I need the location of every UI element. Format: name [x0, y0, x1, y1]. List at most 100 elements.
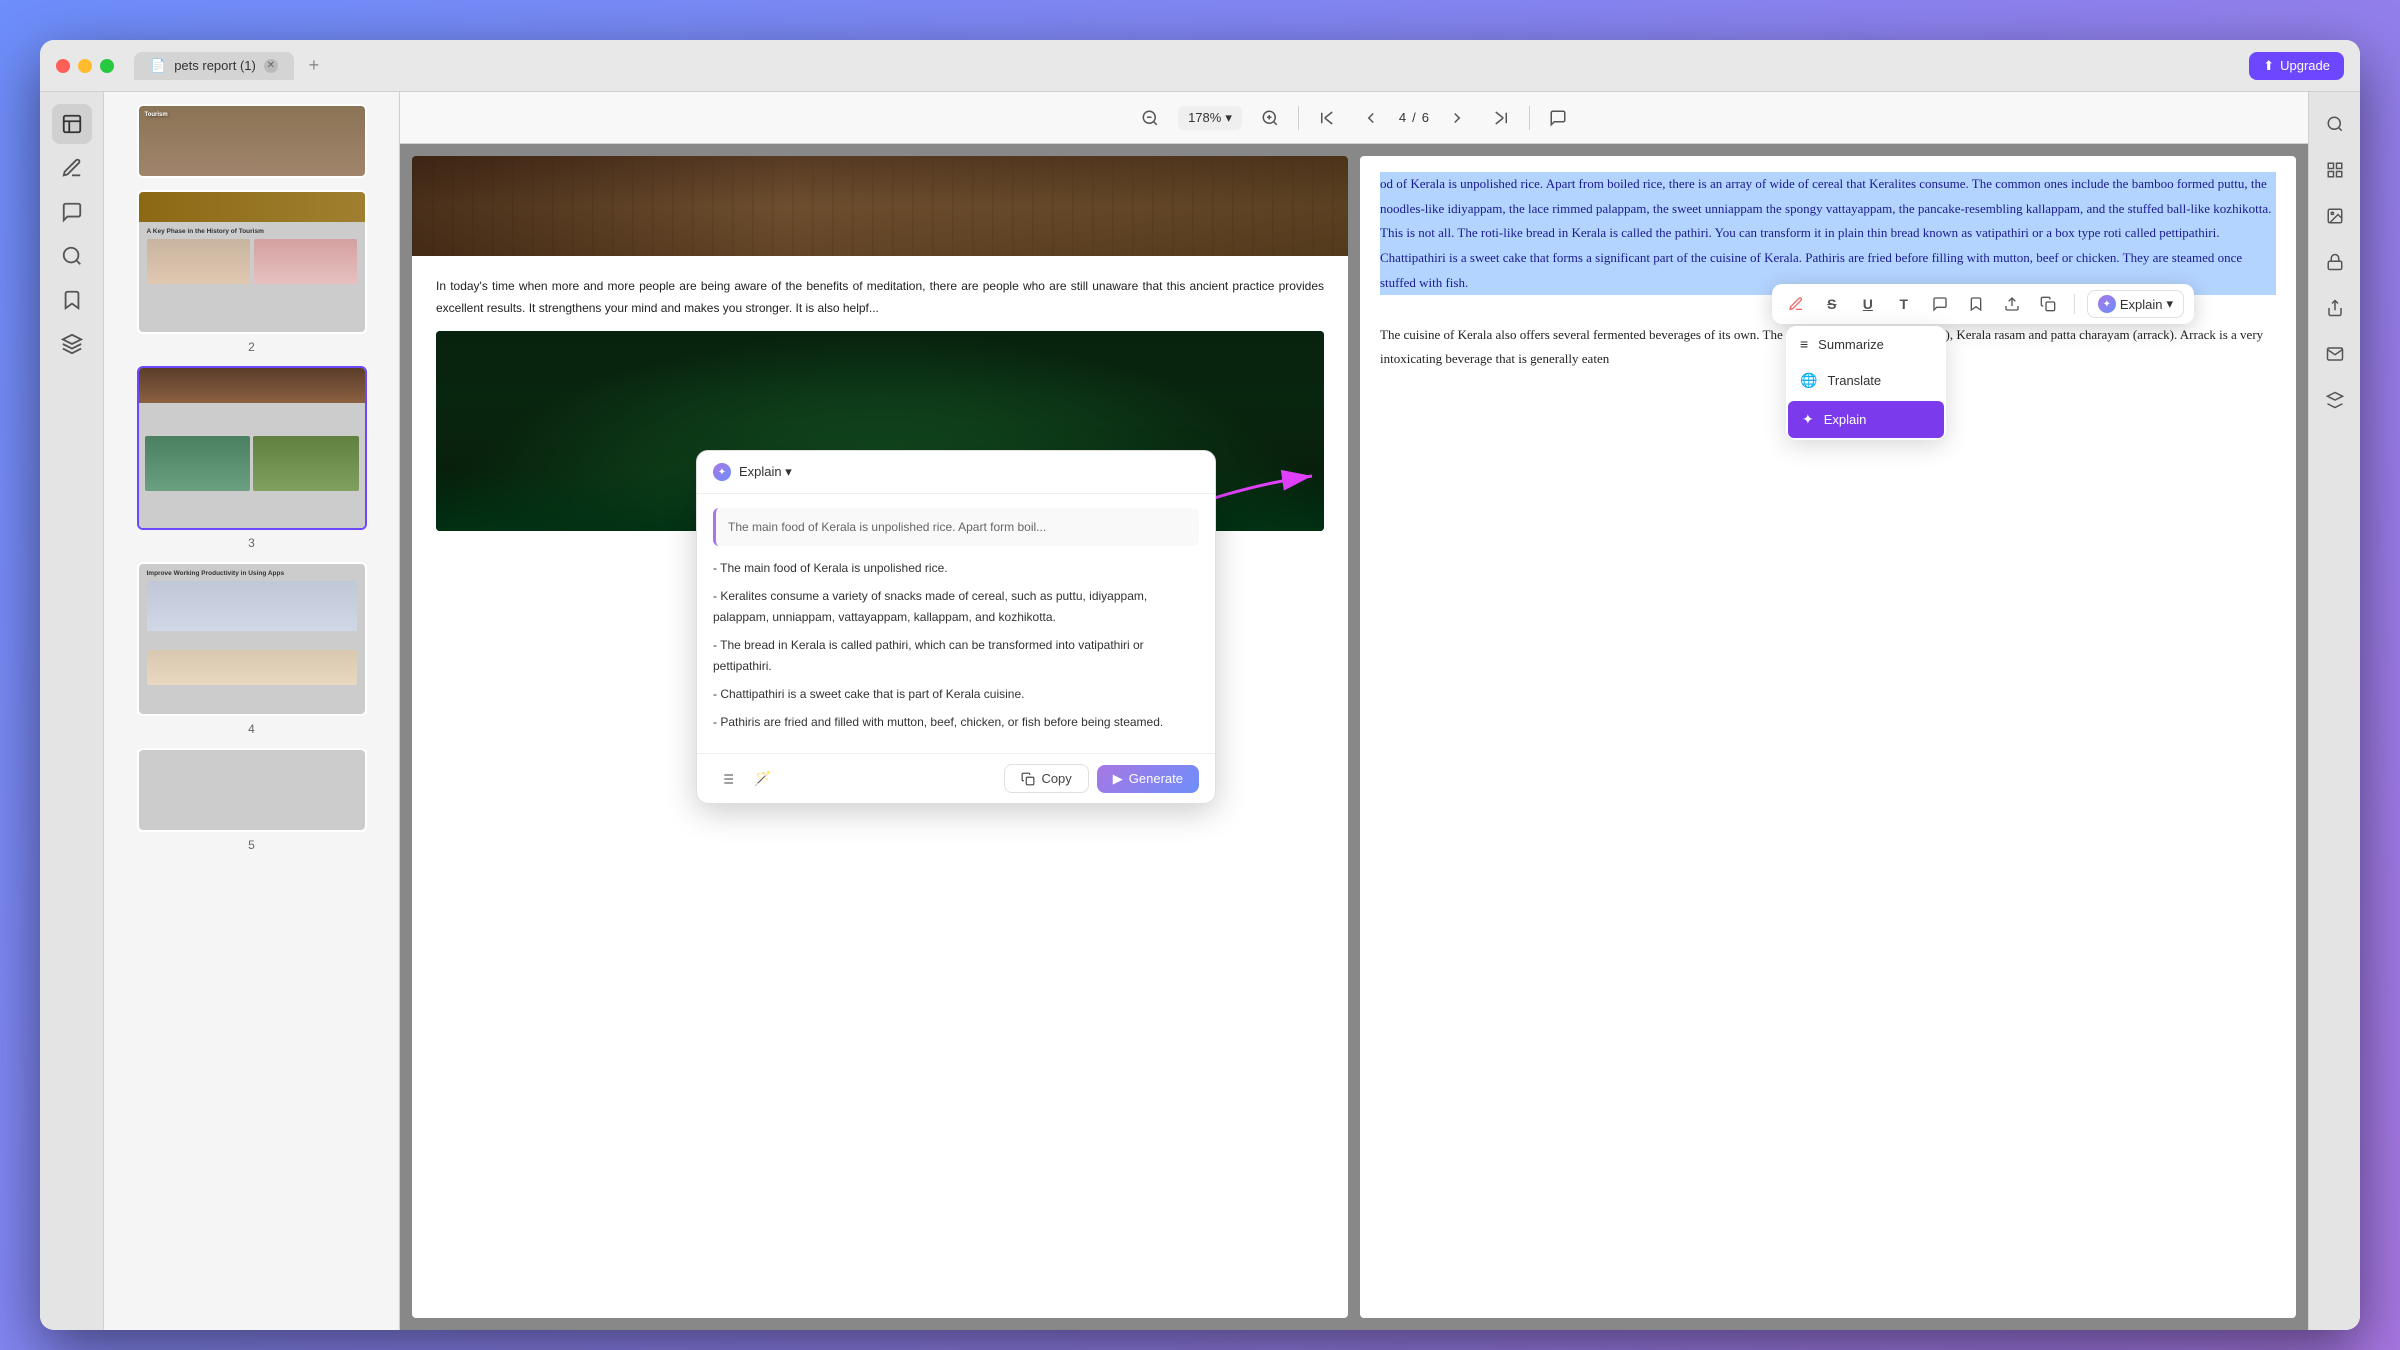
right-sidebar-share[interactable] — [2315, 288, 2355, 328]
zoom-dropdown-icon: ▾ — [1225, 110, 1232, 126]
explain-menu-icon: ✦ — [1802, 411, 1814, 428]
thumb-group-1: Tourism — [137, 104, 367, 178]
thumbnail-5[interactable] — [137, 748, 367, 832]
zoom-display[interactable]: 178% ▾ — [1178, 106, 1242, 130]
sidebar-comment-button[interactable] — [52, 192, 92, 232]
page-separator: / — [1412, 110, 1416, 125]
right-sidebar-search[interactable] — [2315, 104, 2355, 144]
right-sidebar-mail[interactable] — [2315, 334, 2355, 374]
footer-magic-icon[interactable]: 🪄 — [749, 765, 777, 793]
thumb-5-label: 5 — [248, 838, 255, 852]
tab-icon: 📄 — [150, 58, 166, 74]
thumb-4-label: 4 — [248, 722, 255, 736]
tab-close-button[interactable]: ✕ — [264, 59, 278, 73]
thumb-group-5: 5 — [137, 748, 367, 852]
explain-panel-footer: 🪄 Copy ▶ Generate — [697, 753, 1215, 803]
thumbnail-2[interactable]: A Key Phase in the History of Tourism — [137, 190, 367, 334]
explain-title-caret: ▾ — [785, 464, 792, 479]
translate-icon: 🌐 — [1800, 372, 1817, 389]
generate-icon: ▶ — [1113, 771, 1123, 787]
document-scroll[interactable]: In today's time when more and more peopl… — [400, 144, 2308, 1330]
tab-area: 📄 pets report (1) ✕ + — [134, 52, 2249, 80]
toolbar-separator — [2074, 294, 2075, 314]
upgrade-icon: ⬆ — [2263, 58, 2274, 74]
document-toolbar: 178% ▾ 4 / 6 — [400, 92, 2308, 144]
explain-active-label: Explain — [1824, 412, 1867, 427]
explain-result-4: - Chattipathiri is a sweet cake that is … — [713, 684, 1199, 706]
toolbar-separator-1 — [1298, 106, 1299, 130]
underline-icon[interactable]: U — [1854, 290, 1882, 318]
page-navigation: 4 / 6 — [1399, 110, 1429, 125]
explain-result-2: - Keralites consume a variety of snacks … — [713, 586, 1199, 629]
right-sidebar-image[interactable] — [2315, 196, 2355, 236]
right-sidebar-grid[interactable] — [2315, 150, 2355, 190]
thumbnail-1[interactable]: Tourism — [137, 104, 367, 178]
zoom-in-button[interactable] — [1254, 102, 1286, 134]
page-total: 6 — [1422, 110, 1429, 125]
sidebar-layers-button[interactable] — [52, 324, 92, 364]
active-tab[interactable]: 📄 pets report (1) ✕ — [134, 52, 294, 80]
context-summarize[interactable]: ≡ Summarize — [1786, 326, 1946, 362]
explain-icon: ✦ — [2098, 295, 2116, 313]
copy-toolbar-icon[interactable] — [2034, 290, 2062, 318]
copy-button[interactable]: Copy — [1004, 764, 1088, 793]
explain-panel-body: The main food of Kerala is unpolished ri… — [697, 494, 1215, 753]
translate-label: Translate — [1827, 373, 1881, 388]
thumbnail-3[interactable] — [137, 366, 367, 530]
last-page-button[interactable] — [1485, 102, 1517, 134]
right-sidebar-layers[interactable] — [2315, 380, 2355, 420]
sidebar-pages-button[interactable] — [52, 104, 92, 144]
new-tab-button[interactable]: + — [302, 54, 326, 78]
explain-result: - The main food of Kerala is unpolished … — [713, 558, 1199, 733]
explain-button[interactable]: ✦ Explain ▾ — [2087, 290, 2184, 318]
upgrade-button[interactable]: ⬆ Upgrade — [2249, 52, 2344, 80]
thumb-3-label: 3 — [248, 536, 255, 550]
explain-panel-title-text: Explain ▾ — [739, 464, 1199, 480]
context-translate[interactable]: 🌐 Translate — [1786, 362, 1946, 399]
context-menu: ≡ Summarize 🌐 Translate ✦ Explain — [1786, 326, 1946, 440]
page-header-image — [412, 156, 1348, 256]
next-page-button[interactable] — [1441, 102, 1473, 134]
thumb-4-title: Improve Working Productivity in Using Ap… — [147, 570, 357, 577]
export-icon[interactable] — [1998, 290, 2026, 318]
first-page-button[interactable] — [1311, 102, 1343, 134]
strikethrough-icon[interactable]: S — [1818, 290, 1846, 318]
note-icon[interactable] — [1926, 290, 1954, 318]
annotation-button[interactable] — [1542, 102, 1574, 134]
prev-page-button[interactable] — [1355, 102, 1387, 134]
highlight-icon[interactable] — [1782, 290, 1810, 318]
bookmark-icon[interactable] — [1962, 290, 1990, 318]
sidebar-icons — [40, 92, 104, 1330]
explain-result-1: - The main food of Kerala is unpolished … — [713, 558, 1199, 580]
zoom-value: 178% — [1188, 110, 1221, 125]
text-icon[interactable]: T — [1890, 290, 1918, 318]
right-sidebar-lock[interactable] — [2315, 242, 2355, 282]
thumb-group-3: 3 — [137, 366, 367, 550]
summarize-icon: ≡ — [1800, 336, 1808, 352]
tab-title: pets report (1) — [174, 58, 256, 73]
context-explain[interactable]: ✦ Explain — [1788, 401, 1944, 438]
minimize-button[interactable] — [78, 59, 92, 73]
sidebar-search-button[interactable] — [52, 236, 92, 276]
sidebar-pen-button[interactable] — [52, 148, 92, 188]
explain-panel-icon: ✦ — [713, 463, 731, 481]
footer-list-icon[interactable] — [713, 765, 741, 793]
app-window: 📄 pets report (1) ✕ + ⬆ Upgrade — [40, 40, 2360, 1330]
copy-label: Copy — [1041, 771, 1071, 786]
sidebar-bookmarks-button[interactable] — [52, 280, 92, 320]
explain-label: Explain — [2120, 297, 2163, 312]
explain-panel-header: ✦ Explain ▾ — [697, 451, 1215, 494]
explain-quote: The main food of Kerala is unpolished ri… — [713, 508, 1199, 546]
thumb-2-label: 2 — [248, 340, 255, 354]
explain-result-3: - The bread in Kerala is called pathiri,… — [713, 635, 1199, 678]
generate-button[interactable]: ▶ Generate — [1097, 765, 1199, 793]
thumbnail-4[interactable]: Improve Working Productivity in Using Ap… — [137, 562, 367, 716]
close-button[interactable] — [56, 59, 70, 73]
zoom-out-button[interactable] — [1134, 102, 1166, 134]
thumb-group-2: A Key Phase in the History of Tourism 2 — [137, 190, 367, 354]
highlighted-text-content: od of Kerala is unpolished rice. Apart f… — [1380, 176, 2271, 290]
fullscreen-button[interactable] — [100, 59, 114, 73]
selection-toolbar: S U T — [1772, 284, 2194, 324]
thumb-group-4: Improve Working Productivity in Using Ap… — [137, 562, 367, 736]
explain-caret: ▾ — [2166, 296, 2173, 312]
